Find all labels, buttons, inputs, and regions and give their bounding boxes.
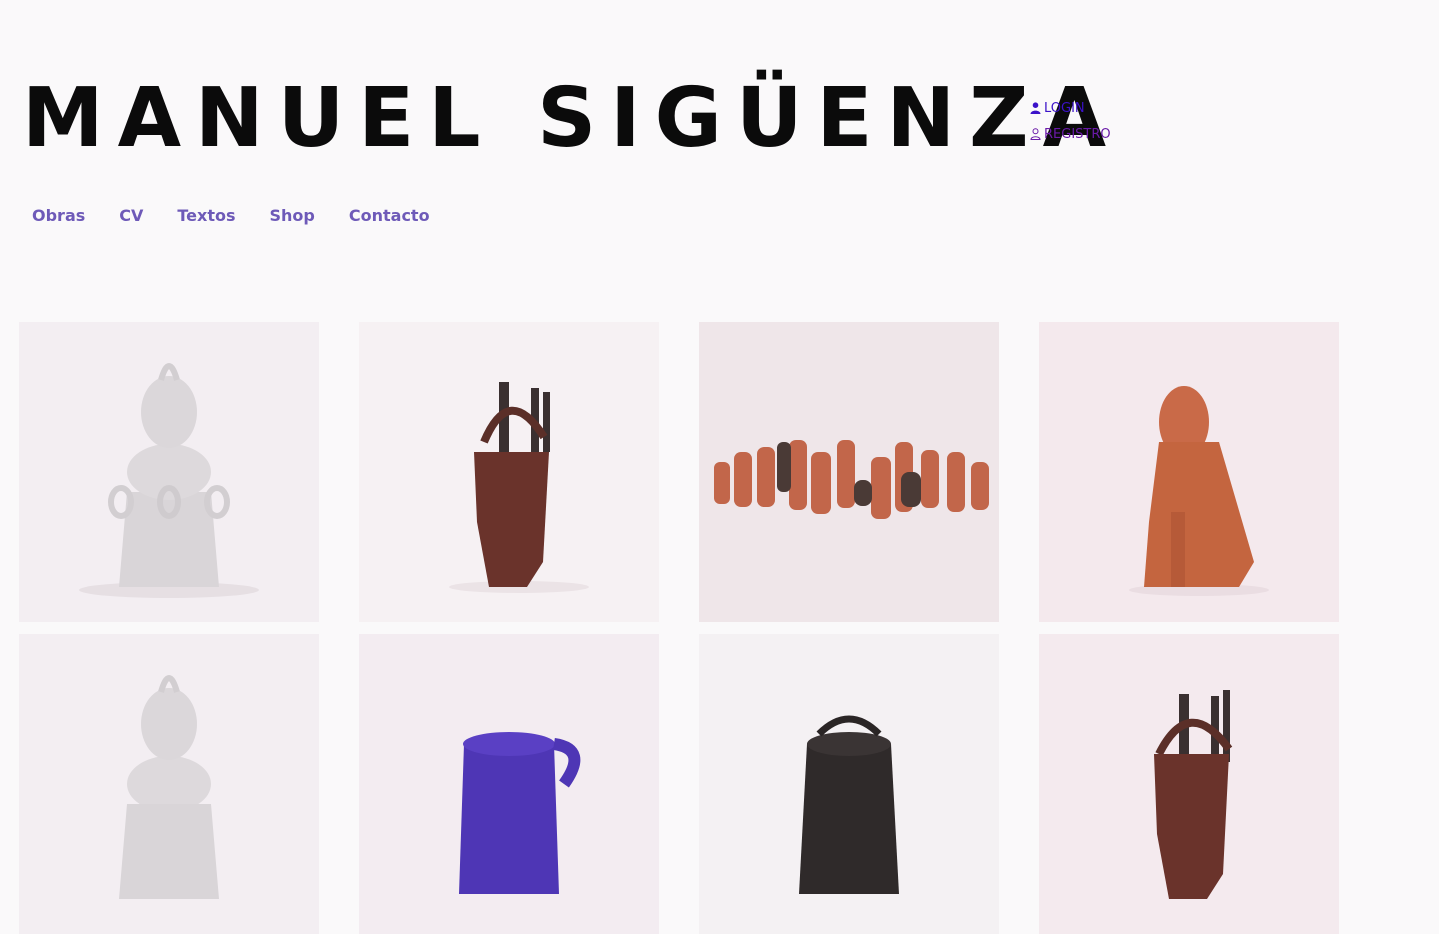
register-label: REGISTRO — [1044, 126, 1111, 142]
auth-links: LOGIN REGISTRO — [1030, 95, 1111, 147]
gallery-item[interactable] — [19, 322, 319, 622]
artwork-thumbnail — [19, 634, 319, 934]
user-icon — [1030, 102, 1041, 114]
user-outline-icon — [1030, 128, 1041, 140]
gallery-item[interactable] — [1039, 634, 1339, 934]
register-link[interactable]: REGISTRO — [1030, 121, 1111, 147]
artwork-thumbnail — [359, 322, 659, 622]
artwork-thumbnail — [359, 634, 659, 934]
artwork-thumbnail — [1039, 634, 1339, 934]
nav-item-obras[interactable]: Obras — [32, 206, 85, 225]
gallery-item[interactable] — [359, 322, 659, 622]
nav-item-contacto[interactable]: Contacto — [349, 206, 430, 225]
artwork-thumbnail — [699, 322, 999, 622]
login-link[interactable]: LOGIN — [1030, 95, 1111, 121]
gallery-grid — [19, 322, 1339, 934]
nav-item-shop[interactable]: Shop — [270, 206, 315, 225]
nav-item-textos[interactable]: Textos — [177, 206, 235, 225]
gallery-item[interactable] — [359, 634, 659, 934]
artwork-thumbnail — [699, 634, 999, 934]
gallery-item[interactable] — [699, 634, 999, 934]
artwork-thumbnail — [19, 322, 319, 622]
login-label: LOGIN — [1044, 100, 1085, 116]
artwork-thumbnail — [1039, 322, 1339, 622]
site-title[interactable]: MANUEL SIGÜENZA — [22, 78, 1120, 160]
main-nav: Obras CV Textos Shop Contacto — [32, 206, 464, 225]
nav-item-cv[interactable]: CV — [119, 206, 143, 225]
gallery-item[interactable] — [699, 322, 999, 622]
gallery-item[interactable] — [19, 634, 319, 934]
gallery-item[interactable] — [1039, 322, 1339, 622]
